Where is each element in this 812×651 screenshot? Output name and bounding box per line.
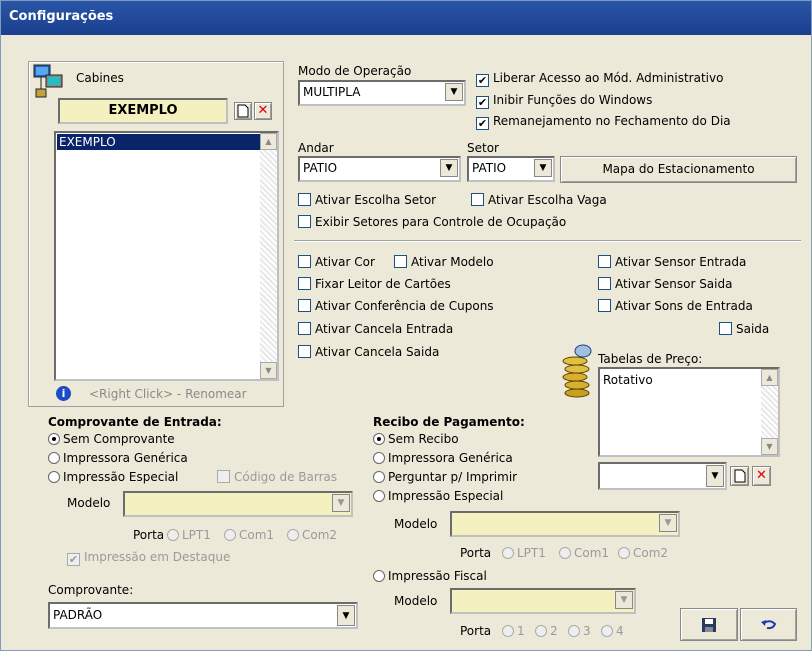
com1-radio[interactable]: Com1 xyxy=(224,528,274,544)
chevron-down-icon[interactable]: ▼ xyxy=(534,159,552,177)
andar-select[interactable]: PATIO ▼ xyxy=(298,156,461,182)
sem-recibo-radio[interactable]: Sem Recibo xyxy=(373,432,459,448)
recibo-title: Recibo de Pagamento: xyxy=(373,415,525,429)
undo-button[interactable] xyxy=(740,608,797,641)
cancela-saida-checkbox[interactable]: Ativar Cancela Saida xyxy=(298,345,439,361)
codigo-barras-checkbox[interactable]: Código de Barras xyxy=(217,470,337,486)
scroll-up-button[interactable]: ▲ xyxy=(260,133,277,150)
fiscal-porta-label: Porta xyxy=(460,624,492,638)
recibo-especial-radio[interactable]: Impressão Especial xyxy=(373,489,503,505)
new-cabine-button[interactable] xyxy=(234,102,252,120)
ativar-modelo-checkbox[interactable]: Ativar Modelo xyxy=(394,255,494,271)
scroll-up-button[interactable]: ▲ xyxy=(761,369,778,386)
new-document-icon xyxy=(237,104,249,118)
chevron-down-icon[interactable]: ▼ xyxy=(440,159,458,177)
porta-3-radio[interactable]: 3 xyxy=(568,624,591,640)
porta-4-radio[interactable]: 4 xyxy=(601,624,624,640)
escolha-vaga-checkbox[interactable]: Ativar Escolha Vaga xyxy=(471,193,607,209)
chevron-down-icon[interactable]: ▼ xyxy=(706,465,724,487)
lpt1-radio[interactable]: LPT1 xyxy=(167,528,211,544)
modelo-entrada-select[interactable]: ▼ xyxy=(123,491,353,517)
window-title: Configurações xyxy=(1,1,811,35)
recibo-com2-radio[interactable]: Com2 xyxy=(618,546,668,562)
setor-select[interactable]: PATIO ▼ xyxy=(467,156,555,182)
save-button[interactable] xyxy=(680,608,738,641)
coins-money-icon xyxy=(562,344,592,398)
conferencia-cupons-checkbox[interactable]: Ativar Conferência de Cupons xyxy=(298,299,494,315)
modo-label: Modo de Operação xyxy=(298,64,412,78)
comprovante-label: Comprovante: xyxy=(48,583,134,597)
impressora-generica-radio[interactable]: Impressora Genérica xyxy=(48,451,188,467)
fixar-leitor-checkbox[interactable]: Fixar Leitor de Cartões xyxy=(298,277,451,293)
delete-cabine-button[interactable]: ✕ xyxy=(254,102,272,120)
chevron-down-icon[interactable]: ▼ xyxy=(337,605,355,626)
delete-x-icon: ✕ xyxy=(756,468,767,483)
exibir-setores-checkbox[interactable]: Exibir Setores para Controle de Ocupação xyxy=(298,215,566,231)
porta-label: Porta xyxy=(133,528,165,542)
recibo-generica-radio[interactable]: Impressora Genérica xyxy=(373,451,513,467)
sem-comprovante-radio[interactable]: Sem Comprovante xyxy=(48,432,175,448)
sensor-saida-checkbox[interactable]: Ativar Sensor Saida xyxy=(598,277,732,293)
impressao-fiscal-radio[interactable]: Impressão Fiscal xyxy=(373,569,487,585)
setor-label: Setor xyxy=(467,141,499,155)
new-tabela-button[interactable] xyxy=(730,466,749,486)
porta-1-radio[interactable]: 1 xyxy=(502,624,525,640)
tabelas-list[interactable]: Rotativo ▲ ▼ xyxy=(598,367,780,457)
tabelas-scrollbar[interactable]: ▲ ▼ xyxy=(761,369,778,455)
cabines-label: Cabines xyxy=(76,71,124,85)
inibir-funcoes-checkbox[interactable]: ✔ Inibir Funções do Windows xyxy=(476,93,652,109)
scroll-down-button[interactable]: ▼ xyxy=(761,438,778,455)
chevron-down-icon[interactable]: ▼ xyxy=(615,591,633,609)
divider xyxy=(294,240,801,242)
delete-tabela-button[interactable]: ✕ xyxy=(752,466,771,486)
comprovante-select[interactable]: PADRÃO ▼ xyxy=(48,602,358,629)
rename-hint: <Right Click> - Renomear xyxy=(89,387,247,401)
configuracoes-window: Configurações Cabines EXEMPLO ✕ EXEMPLO … xyxy=(0,0,812,651)
com2-radio[interactable]: Com2 xyxy=(287,528,337,544)
cabine-name-field[interactable]: EXEMPLO xyxy=(58,98,228,124)
escolha-setor-checkbox[interactable]: Ativar Escolha Setor xyxy=(298,193,436,209)
tabelas-label: Tabelas de Preço: xyxy=(598,352,703,366)
chevron-down-icon[interactable]: ▼ xyxy=(659,514,677,532)
recibo-modelo-label: Modelo xyxy=(394,517,438,531)
recibo-porta-label: Porta xyxy=(460,546,492,560)
remanejamento-checkbox[interactable]: ✔ Remanejamento no Fechamento do Dia xyxy=(476,114,731,130)
recibo-com1-radio[interactable]: Com1 xyxy=(559,546,609,562)
scroll-down-button[interactable]: ▼ xyxy=(260,362,277,379)
cancela-entrada-checkbox[interactable]: Ativar Cancela Entrada xyxy=(298,322,453,338)
tabela-select[interactable]: ▼ xyxy=(598,462,727,490)
chevron-down-icon[interactable]: ▼ xyxy=(332,494,350,512)
impressao-especial-radio[interactable]: Impressão Especial xyxy=(48,470,178,486)
undo-arrow-icon xyxy=(760,620,776,630)
sons-entrada-checkbox[interactable]: Ativar Sons de Entrada xyxy=(598,299,753,315)
sensor-entrada-checkbox[interactable]: Ativar Sensor Entrada xyxy=(598,255,746,271)
andar-label: Andar xyxy=(298,141,334,155)
floppy-disk-icon xyxy=(702,618,716,632)
info-icon: i xyxy=(56,386,71,401)
new-document-icon xyxy=(734,469,745,483)
delete-x-icon: ✕ xyxy=(257,103,269,118)
liberar-acesso-checkbox[interactable]: ✔ Liberar Acesso ao Mód. Administrativo xyxy=(476,71,723,87)
recibo-lpt1-radio[interactable]: LPT1 xyxy=(502,546,546,562)
list-item[interactable]: Rotativo xyxy=(603,373,653,387)
recibo-modelo-select[interactable]: ▼ xyxy=(450,511,680,537)
impressao-destaque-checkbox[interactable]: ✔ Impressão em Destaque xyxy=(67,550,230,566)
ativar-cor-checkbox[interactable]: Ativar Cor xyxy=(298,255,375,271)
chevron-down-icon[interactable]: ▼ xyxy=(445,83,463,101)
mapa-estacionamento-button[interactable]: Mapa do Estacionamento xyxy=(560,156,797,183)
fiscal-modelo-label: Modelo xyxy=(394,594,438,608)
comprovante-entrada-title: Comprovante de Entrada: xyxy=(48,415,222,429)
computer-network-icon xyxy=(33,64,63,98)
cabines-list[interactable]: EXEMPLO ▲ ▼ xyxy=(54,131,279,381)
cabines-scrollbar[interactable]: ▲ ▼ xyxy=(260,133,277,379)
modo-select[interactable]: MULTIPLA ▼ xyxy=(298,80,466,106)
perguntar-imprimir-radio[interactable]: Perguntar p/ Imprimir xyxy=(373,470,517,486)
modelo-label: Modelo xyxy=(67,496,111,510)
porta-2-radio[interactable]: 2 xyxy=(535,624,558,640)
fiscal-modelo-select[interactable]: ▼ xyxy=(450,588,636,614)
list-item[interactable]: EXEMPLO xyxy=(57,134,260,150)
sons-saida-checkbox[interactable]: Saida xyxy=(719,322,769,338)
